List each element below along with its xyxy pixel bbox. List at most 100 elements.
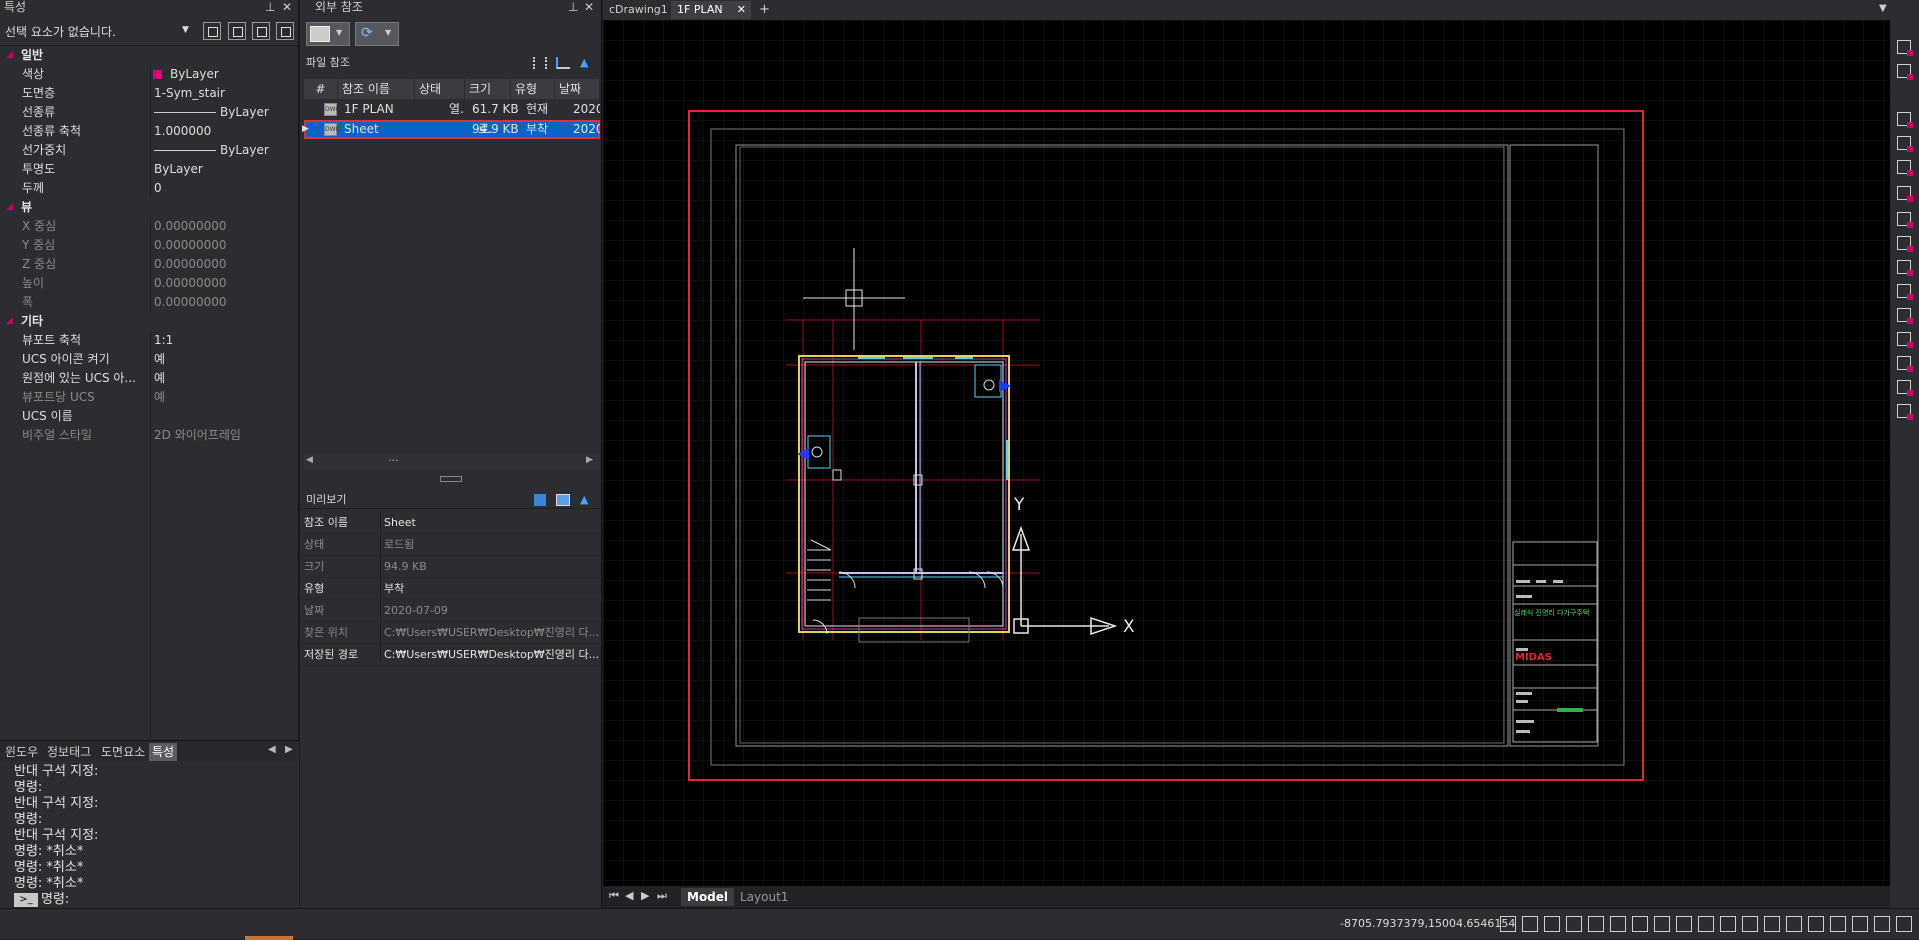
scroll-right-icon[interactable]: ▶ — [586, 455, 593, 465]
details-icon[interactable] — [534, 494, 546, 506]
tab-1f-plan[interactable]: 1F PLAN ✕ — [671, 1, 751, 19]
grid-icon[interactable] — [1566, 916, 1582, 932]
toggle-pickadd-icon[interactable] — [276, 22, 294, 40]
property-row[interactable]: X 중심 0.00000000 — [0, 217, 298, 236]
property-value[interactable]: 예 — [154, 388, 165, 407]
property-value[interactable]: ByLayer — [220, 103, 269, 122]
list-view-icon[interactable] — [533, 57, 547, 69]
xref-reload-icon[interactable] — [1897, 404, 1913, 420]
xref-manager-icon[interactable] — [1897, 380, 1913, 396]
property-row[interactable]: 높이 0.00000000 — [0, 274, 298, 293]
block-icon[interactable] — [1897, 236, 1913, 252]
otrack-icon[interactable] — [1676, 916, 1692, 932]
command-input-row[interactable]: >_ 명령: — [14, 892, 299, 908]
close-icon[interactable]: ✕ — [584, 0, 594, 14]
property-value[interactable]: ByLayer — [220, 141, 269, 160]
tab-drawing-elements[interactable]: 도면요소 — [98, 743, 148, 761]
tab-layout1[interactable]: Layout1 — [740, 888, 788, 906]
property-row[interactable]: 도면층 1-Sym_stair — [0, 84, 298, 103]
tab-info-tag[interactable]: 정보태그 — [44, 743, 94, 761]
table-row-selected[interactable]: ▶ DWG Sheet 로... 94.9 KB 부착 2020- — [302, 120, 600, 139]
col-type[interactable]: 유형 — [511, 79, 555, 99]
collapse-icon[interactable]: ▲ — [580, 491, 588, 509]
drawing-svg[interactable]: 실례식 진영리 다가구주택 MIDAS Y X — [603, 20, 1890, 886]
selection-cycling-icon[interactable] — [1742, 916, 1758, 932]
close-icon[interactable]: ✕ — [282, 0, 292, 14]
hatch-icon[interactable] — [1897, 212, 1913, 228]
pin-icon[interactable]: ⊥ — [265, 0, 275, 14]
tab-scroll-right-icon[interactable]: ▶ — [285, 744, 293, 755]
property-row[interactable]: 원점에 있는 UCS 아... 예 — [0, 369, 298, 388]
tab-model[interactable]: Model — [681, 888, 735, 906]
prev-layout-icon[interactable]: ◀ — [625, 889, 633, 902]
workspace-icon[interactable] — [1786, 916, 1802, 932]
close-tab-icon[interactable]: ✕ — [737, 1, 746, 19]
tab-scroll-left-icon[interactable]: ◀ — [268, 744, 276, 755]
add-tab-button[interactable]: + — [753, 1, 776, 19]
arrange-icon[interactable] — [1897, 136, 1913, 152]
category-header[interactable]: ◢ 뷰 — [0, 198, 298, 217]
layer-list-icon[interactable] — [1897, 64, 1913, 80]
horizontal-scrollbar[interactable]: ◀ ... ▶ — [304, 451, 600, 469]
collapse-triangle-icon[interactable]: ◢ — [6, 198, 13, 217]
property-row[interactable]: Y 중심 0.00000000 — [0, 236, 298, 255]
col-size[interactable]: 크기 — [465, 79, 511, 99]
ortho-icon[interactable] — [1610, 916, 1626, 932]
annotation-icon[interactable] — [1764, 916, 1780, 932]
property-row[interactable]: Z 중심 0.00000000 — [0, 255, 298, 274]
xref-clip-icon[interactable] — [1897, 332, 1913, 348]
customize-icon[interactable] — [1896, 916, 1912, 932]
col-date[interactable]: 날짜 — [555, 79, 600, 99]
collapse-triangle-icon[interactable]: ◢ — [6, 46, 13, 65]
align-icon[interactable] — [1897, 112, 1913, 128]
layer-match-icon[interactable] — [1897, 160, 1913, 176]
property-value[interactable]: 2D 와이어프레임 — [154, 426, 241, 445]
property-value[interactable]: 0 — [154, 179, 162, 198]
property-row[interactable]: 뷰포트당 UCS 예 — [0, 388, 298, 407]
detail-value[interactable]: Sheet — [384, 512, 416, 534]
property-row[interactable]: 폭 0.00000000 — [0, 293, 298, 312]
lineweight-icon[interactable] — [1698, 916, 1714, 932]
quick-select-icon[interactable] — [203, 22, 221, 40]
property-value[interactable]: 1.000000 — [154, 122, 211, 141]
property-value[interactable]: 1:1 — [154, 331, 173, 350]
chevron-down-icon[interactable]: ▼ — [182, 25, 189, 35]
detail-value[interactable]: 94.9 KB — [384, 556, 427, 578]
drawing-canvas[interactable]: 실례식 진영리 다가구주택 MIDAS Y X — [603, 20, 1890, 886]
tab-properties[interactable]: 특성 — [149, 743, 178, 761]
property-value[interactable]: 1-Sym_stair — [154, 84, 225, 103]
detail-value[interactable]: C:₩Users₩USER₩Desktop₩진영리 다... — [384, 622, 599, 644]
last-layout-icon[interactable]: ⏭ — [657, 889, 667, 903]
hardware-acceleration-icon[interactable] — [1830, 916, 1846, 932]
osnap-icon[interactable] — [1654, 916, 1670, 932]
scroll-left-icon[interactable]: ◀ — [306, 455, 313, 465]
pick-add-icon[interactable] — [252, 22, 270, 40]
detail-value[interactable]: C:₩Users₩USER₩Desktop₩진영리 다... — [384, 644, 599, 666]
chevron-down-icon[interactable]: ▼ — [1879, 3, 1887, 14]
property-row[interactable]: 투명도 ByLayer — [0, 160, 298, 179]
category-header[interactable]: ◢ 일반 — [0, 46, 298, 65]
tab-window[interactable]: 윈도우 — [2, 743, 41, 761]
property-value[interactable]: ByLayer — [170, 65, 219, 84]
xref-bind-icon[interactable] — [1897, 308, 1913, 324]
refresh-button[interactable]: ⟳ ▼ — [355, 22, 399, 46]
category-header[interactable]: ◢ 기타 — [0, 312, 298, 331]
first-layout-icon[interactable]: ⏮ — [609, 889, 619, 903]
xref-attach-icon[interactable] — [1897, 40, 1913, 56]
collapse-triangle-icon[interactable]: ◢ — [6, 312, 13, 331]
pin-icon[interactable]: ⊥ — [568, 0, 578, 14]
property-row[interactable]: 선종류 축척 1.000000 — [0, 122, 298, 141]
scroll-thumb[interactable]: ... — [388, 451, 399, 464]
tab-cdrawing1[interactable]: cDrawing1 — [603, 1, 674, 19]
col-number[interactable]: # — [304, 79, 338, 99]
tree-view-icon[interactable] — [556, 57, 570, 69]
detail-value[interactable]: 2020-07-09 — [384, 600, 448, 622]
property-row[interactable]: 색상 ByLayer — [0, 65, 298, 84]
property-value[interactable]: 예 — [154, 369, 165, 388]
isolate-icon[interactable] — [1808, 916, 1824, 932]
layer-state-icon[interactable] — [1897, 186, 1913, 202]
polar-icon[interactable] — [1632, 916, 1648, 932]
clean-screen-icon[interactable] — [1852, 916, 1868, 932]
lock-icon[interactable] — [1544, 916, 1560, 932]
property-value[interactable]: 예 — [154, 350, 165, 369]
